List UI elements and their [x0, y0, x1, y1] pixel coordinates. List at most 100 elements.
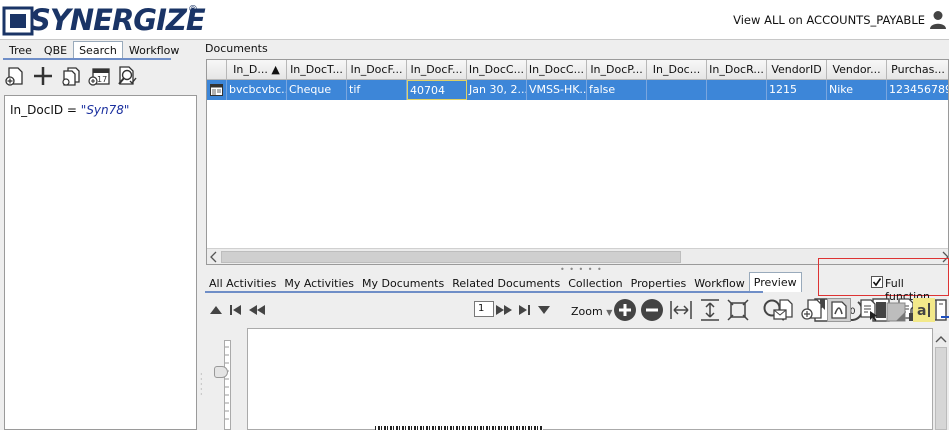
- logo-text: SYNERGIZE: [30, 3, 206, 37]
- fit-width-button[interactable]: [669, 298, 693, 322]
- table-cell[interactable]: Jan 30, 2...: [467, 80, 527, 100]
- full-function-checkbox[interactable]: [871, 276, 883, 288]
- column-header[interactable]: Purchas...: [887, 60, 948, 80]
- zoom-dropdown[interactable]: Zoom ▼: [571, 305, 612, 318]
- email-document-button[interactable]: [772, 298, 796, 322]
- preview-vertical-scrollbar[interactable]: [933, 333, 949, 430]
- table-row[interactable]: bvcbcvbc... Cheque tif 40704 Jan 30, 2..…: [207, 80, 948, 100]
- search-query-box[interactable]: In_DocID = "Syn78": [4, 95, 197, 430]
- gray-square-icon: [886, 302, 906, 322]
- tab-qbe[interactable]: QBE: [38, 41, 73, 59]
- bottom-tab-bar: All Activities My Activities My Document…: [205, 272, 802, 292]
- table-cell[interactable]: Nike: [827, 80, 887, 100]
- add-document-icon: [801, 299, 822, 320]
- fit-height-button[interactable]: [698, 298, 722, 322]
- acrobat-button[interactable]: [827, 298, 851, 322]
- table-cell[interactable]: bvcbcvbc...: [227, 80, 287, 100]
- scroll-left-icon[interactable]: [209, 250, 219, 264]
- first-page-icon: [230, 305, 241, 315]
- tab-tree[interactable]: Tree: [3, 41, 38, 59]
- first-page-button[interactable]: [228, 298, 244, 322]
- zoom-slider-thumb[interactable]: [214, 366, 228, 378]
- next-document-button[interactable]: [536, 298, 552, 322]
- fit-page-button[interactable]: [726, 298, 750, 322]
- side-splitter-dots[interactable]: · · · · ·: [200, 371, 203, 399]
- table-header: In_D... ▲ In_DocT... In_DocF... In_DocF.…: [207, 60, 948, 80]
- page-number-input[interactable]: 1: [474, 301, 494, 317]
- column-header[interactable]: VendorID: [767, 60, 827, 80]
- zoom-in-button[interactable]: [613, 298, 637, 322]
- find-document-icon: [118, 66, 137, 85]
- top-bar: SYNERGIZE ® View ALL on ACCOUNTS_PAYABLE: [0, 0, 949, 40]
- svg-text:a: a: [917, 303, 926, 319]
- add-document-button[interactable]: [799, 298, 823, 322]
- tab-workflow-bottom[interactable]: Workflow: [690, 272, 749, 292]
- column-header[interactable]: In_DocF...: [407, 60, 467, 80]
- row-icon-cell: [207, 80, 227, 100]
- column-header[interactable]: In_D... ▲: [227, 60, 287, 80]
- tab-properties[interactable]: Properties: [627, 272, 691, 292]
- column-header[interactable]: In_DocP...: [587, 60, 647, 80]
- table-scroll-thumb[interactable]: [221, 251, 681, 263]
- text-highlight-button[interactable]: a: [913, 298, 935, 322]
- previous-page-button[interactable]: [248, 298, 266, 322]
- text-highlight-icon: a: [917, 303, 930, 319]
- tab-workflow[interactable]: Workflow: [123, 41, 186, 59]
- column-header[interactable]: In_Doc...: [647, 60, 707, 80]
- row-icon-header: [207, 60, 227, 80]
- table-cell[interactable]: 1215: [767, 80, 827, 100]
- tab-search[interactable]: Search: [73, 41, 123, 59]
- tab-all-activities[interactable]: All Activities: [205, 272, 280, 292]
- tab-collection[interactable]: Collection: [564, 272, 626, 292]
- left-tab-bar: Tree QBE Search Workflow: [3, 41, 185, 59]
- documents-button[interactable]: [59, 64, 83, 88]
- previous-document-button[interactable]: [208, 298, 224, 322]
- tab-related-documents[interactable]: Related Documents: [448, 272, 564, 292]
- column-header[interactable]: In_DocR...: [707, 60, 767, 80]
- table-cell-focused[interactable]: 40704: [407, 80, 467, 100]
- left-panel: Tree QBE Search Workflow 17 In_DocID = "…: [0, 41, 200, 430]
- column-header[interactable]: Vendor...: [827, 60, 887, 80]
- left-tab-underline: [3, 58, 171, 60]
- scroll-up-icon[interactable]: [933, 333, 949, 345]
- zoom-out-button[interactable]: [640, 298, 664, 322]
- new-document-icon: [5, 67, 23, 86]
- column-header[interactable]: In_DocC...: [467, 60, 527, 80]
- synergize-logo: SYNERGIZE ®: [0, 2, 206, 38]
- user-icon[interactable]: [929, 10, 947, 30]
- table-cell[interactable]: VMSS-HK...: [527, 80, 587, 100]
- zoom-slider-track[interactable]: [224, 340, 231, 430]
- tab-my-activities[interactable]: My Activities: [280, 272, 358, 292]
- calendar-button[interactable]: 17: [87, 64, 111, 88]
- chevron-down-icon: ▼: [606, 308, 613, 317]
- more-tools-button[interactable]: [939, 298, 949, 322]
- calendar-day: 17: [97, 75, 107, 84]
- select-document-button[interactable]: [857, 298, 881, 322]
- table-cell[interactable]: 123456789: [887, 80, 948, 100]
- table-cell[interactable]: [647, 80, 707, 100]
- document-barcode: [375, 426, 543, 430]
- preview-scroll-thumb[interactable]: [935, 347, 947, 430]
- last-page-icon: [519, 305, 530, 315]
- last-page-button[interactable]: [516, 298, 532, 322]
- query-value: "Syn78": [80, 103, 130, 117]
- column-header[interactable]: In_DocC...: [527, 60, 587, 80]
- table-cell[interactable]: false: [587, 80, 647, 100]
- logo-registered-mark: ®: [188, 4, 198, 15]
- zoom-out-icon: [641, 299, 663, 321]
- table-cell[interactable]: [707, 80, 767, 100]
- underline-icon: [941, 316, 949, 318]
- query-operator: =: [63, 103, 81, 117]
- new-document-button[interactable]: [3, 64, 27, 88]
- next-page-button[interactable]: [495, 298, 513, 322]
- table-cell[interactable]: tif: [347, 80, 407, 100]
- column-header[interactable]: In_DocT...: [287, 60, 347, 80]
- gray-block-button[interactable]: [885, 300, 907, 324]
- tab-preview[interactable]: Preview: [748, 272, 802, 292]
- tab-my-documents[interactable]: My Documents: [358, 272, 448, 292]
- column-header[interactable]: In_DocF...: [347, 60, 407, 80]
- find-document-button[interactable]: [115, 64, 139, 88]
- add-button[interactable]: [31, 64, 55, 88]
- document-preview[interactable]: [247, 328, 933, 430]
- table-cell[interactable]: Cheque: [287, 80, 347, 100]
